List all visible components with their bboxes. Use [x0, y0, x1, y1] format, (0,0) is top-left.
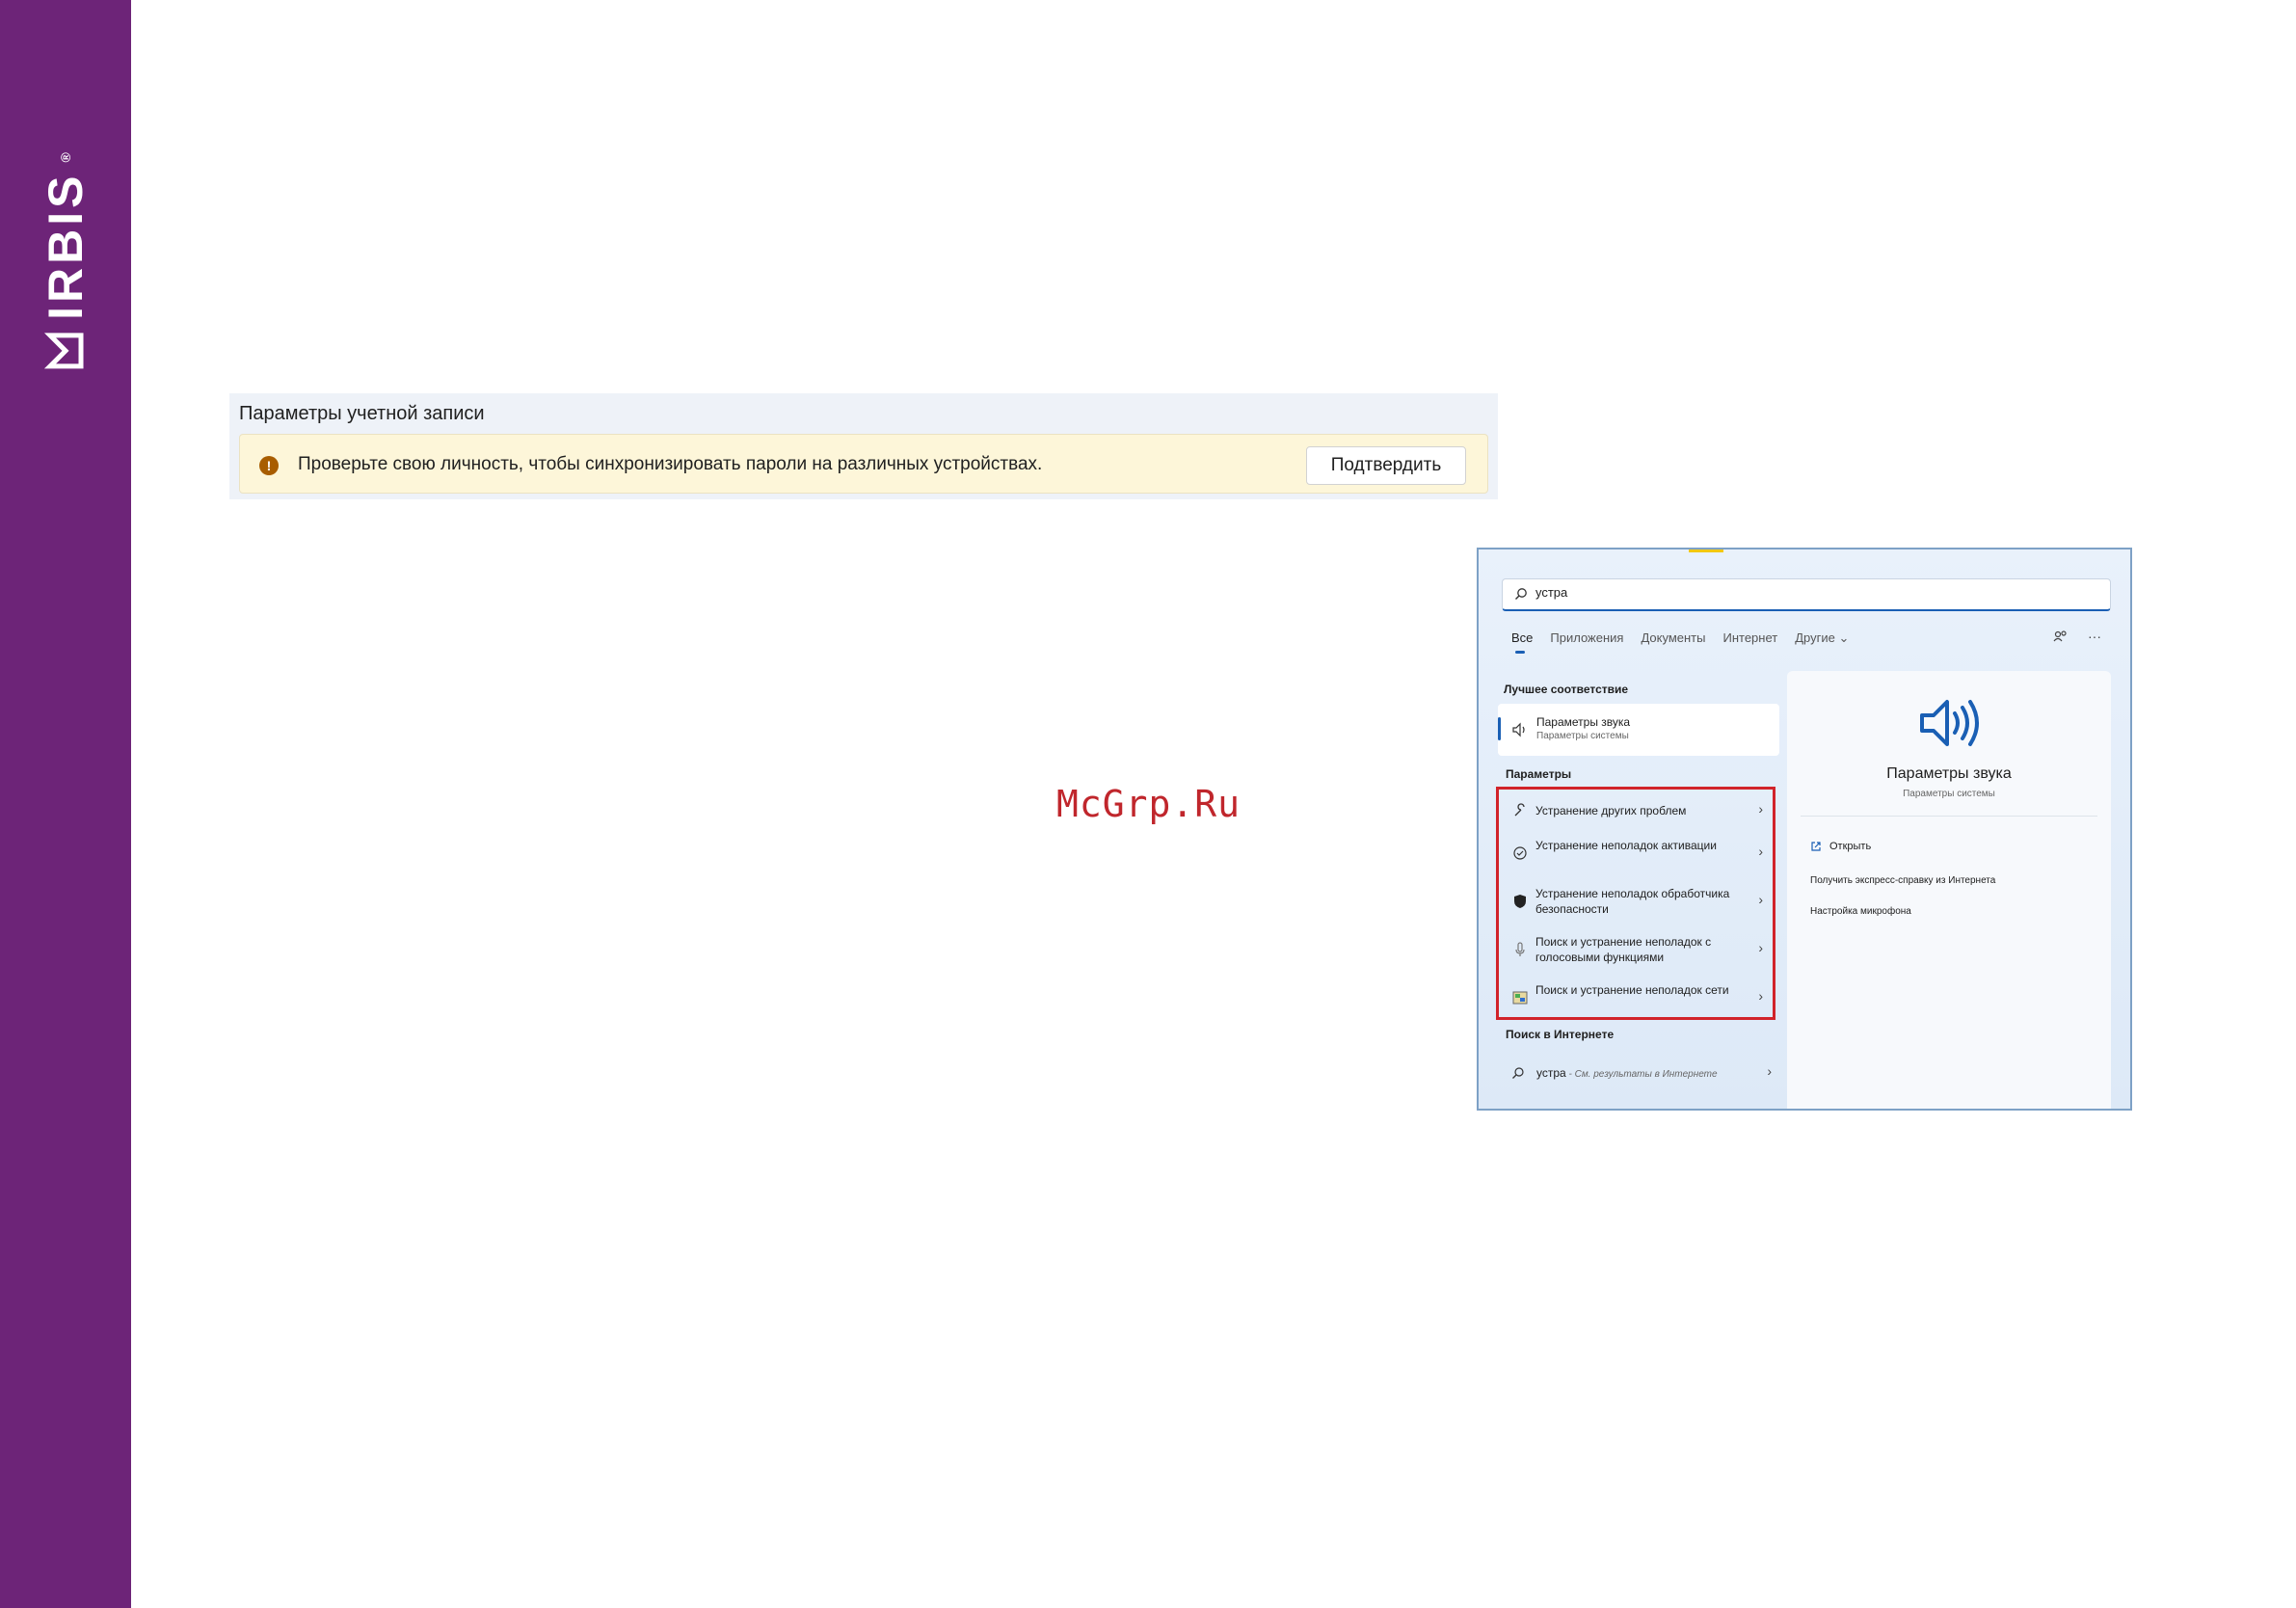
- notice-text: Проверьте свою личность, чтобы синхрониз…: [298, 454, 1043, 474]
- open-external-icon: [1811, 842, 1821, 851]
- irbis-logo-icon: [44, 333, 84, 369]
- web-search-query: устра: [1536, 1066, 1566, 1080]
- web-search-text: устра - См. результаты в Интернете: [1536, 1066, 1718, 1080]
- tab-documents[interactable]: Документы: [1641, 630, 1705, 646]
- detail-subtitle: Параметры системы: [1903, 789, 1995, 799]
- search-icon: [1512, 1067, 1524, 1079]
- speaker-icon: [1512, 722, 1525, 737]
- tab-all[interactable]: Все: [1511, 630, 1533, 654]
- detail-pane: Параметры звука Параметры системы Открыт…: [1787, 671, 2111, 1109]
- search-icon: [1515, 588, 1527, 600]
- windows-search-screenshot: Все Приложения Документы Интернет Другие…: [1477, 548, 2132, 1111]
- confirm-button[interactable]: Подтвердить: [1306, 446, 1466, 485]
- chevron-right-icon: ›: [1758, 844, 1763, 859]
- web-search-item[interactable]: устра - См. результаты в Интернете ›: [1498, 1057, 1779, 1089]
- check-circle-icon: [1513, 846, 1527, 860]
- chevron-right-icon: ›: [1758, 940, 1763, 955]
- tab-internet[interactable]: Интернет: [1722, 630, 1777, 646]
- detail-title: Параметры звука: [1886, 765, 2012, 782]
- list-item-label: Поиск и устранение неполадок сети: [1535, 983, 1729, 997]
- list-item-voice[interactable]: Поиск и устранение неполадок с голосовым…: [1499, 928, 1773, 973]
- list-item-other-problems[interactable]: Устранение других проблем ›: [1499, 790, 1773, 834]
- web-search-suffix: - См. результаты в Интернете: [1565, 1069, 1718, 1080]
- brand-logo: IRBIS ®: [38, 148, 93, 372]
- open-label: Открыть: [1829, 841, 1872, 852]
- list-item-label: Поиск и устранение неполадок с голосовым…: [1535, 935, 1712, 964]
- watermark: McGrp.Ru: [1056, 783, 1241, 825]
- settings-section-label: Параметры: [1506, 767, 1572, 781]
- open-action[interactable]: Открыть: [1810, 841, 1871, 852]
- list-item-label: Устранение других проблем: [1535, 804, 1687, 817]
- chevron-right-icon: ›: [1767, 1063, 1772, 1079]
- list-item-network[interactable]: Поиск и устранение неполадок сети ›: [1499, 977, 1773, 1021]
- best-match-title: Параметры звука: [1536, 715, 1631, 729]
- warning-icon: !: [259, 456, 279, 475]
- chevron-right-icon: ›: [1758, 892, 1763, 907]
- help-link[interactable]: Получить экспресс-справку из Интернета: [1810, 875, 1995, 886]
- tab-apps[interactable]: Приложения: [1550, 630, 1623, 646]
- brand-sidebar: IRBIS ®: [0, 0, 131, 1608]
- chevron-right-icon: ›: [1758, 801, 1763, 817]
- selection-bar: [1498, 717, 1501, 740]
- chevron-right-icon: ›: [1758, 988, 1763, 1004]
- list-item-security[interactable]: Устранение неполадок обработчика безопас…: [1499, 880, 1773, 925]
- divider: [1801, 816, 2097, 817]
- shield-icon: [1514, 895, 1526, 908]
- best-match-subtitle: Параметры системы: [1536, 731, 1629, 741]
- account-settings-panel: Параметры учетной записи ! Проверьте сво…: [229, 393, 1498, 499]
- more-icon[interactable]: ···: [2088, 629, 2101, 644]
- speaker-large-icon: [1920, 700, 1979, 746]
- wrench-icon: [1514, 803, 1525, 817]
- registered-mark: ®: [58, 148, 73, 163]
- brand-name: IRBIS: [39, 172, 93, 320]
- best-match-item[interactable]: Параметры звука Параметры системы: [1498, 704, 1779, 756]
- verify-notice: ! Проверьте свою личность, чтобы синхрон…: [239, 434, 1488, 494]
- share-icon[interactable]: [2053, 629, 2069, 644]
- web-search-label: Поиск в Интернете: [1506, 1028, 1615, 1041]
- network-icon: [1512, 991, 1528, 1005]
- best-match-label: Лучшее соответствие: [1504, 683, 1629, 696]
- highlighted-settings-list: Устранение других проблем › Устранение н…: [1496, 787, 1775, 1020]
- accent-line: [1689, 549, 1723, 552]
- microphone-setup-link[interactable]: Настройка микрофона: [1810, 906, 1911, 917]
- list-item-label: Устранение неполадок активации: [1535, 839, 1717, 852]
- filter-tabs: Все Приложения Документы Интернет Другие…: [1511, 630, 1849, 654]
- tab-other[interactable]: Другие ⌄: [1795, 630, 1849, 646]
- list-item-label: Устранение неполадок обработчика безопас…: [1535, 887, 1730, 916]
- top-icons: ···: [2053, 629, 2101, 644]
- list-item-activation[interactable]: Устранение неполадок активации ›: [1499, 832, 1773, 876]
- microphone-icon: [1515, 942, 1525, 956]
- search-box[interactable]: [1502, 578, 2111, 611]
- account-settings-title: Параметры учетной записи: [239, 403, 485, 424]
- search-input[interactable]: [1535, 585, 2075, 600]
